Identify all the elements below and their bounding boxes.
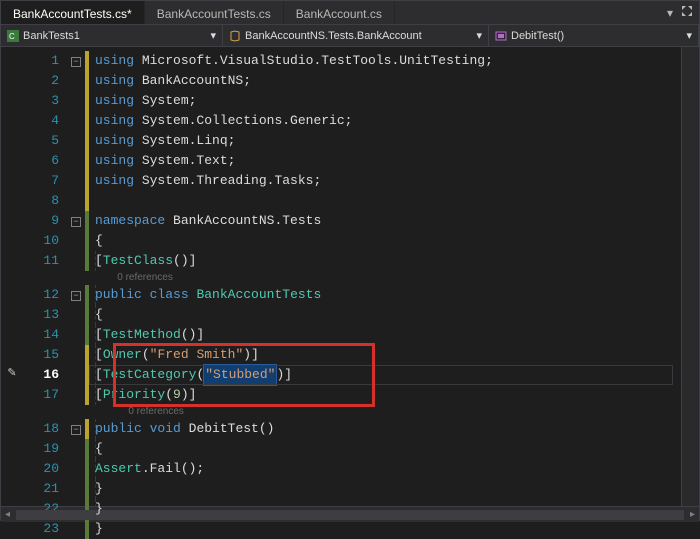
editor-area: ✎ 1234567891011121314151617181920212223 … (1, 47, 699, 506)
nav-class-label: BankAccountNS.Tests.BankAccount (245, 30, 422, 42)
breakpoint-margin[interactable]: ✎ (1, 47, 23, 506)
nav-method-label: DebitTest() (511, 30, 564, 42)
tab-file-1[interactable]: BankAccountTests.cs (145, 1, 284, 24)
chevron-down-icon: ▾ (210, 29, 216, 42)
nav-class[interactable]: BankAccountNS.Tests.BankAccount ▾ (223, 25, 489, 46)
tab-label: BankAccount.cs (296, 7, 382, 21)
nav-project[interactable]: C BankTests1 ▾ (1, 25, 223, 46)
class-icon (229, 30, 241, 42)
scroll-left-icon[interactable]: ◂ (5, 509, 10, 521)
navigation-bar: C BankTests1 ▾ BankAccountNS.Tests.BankA… (1, 25, 699, 47)
fold-column[interactable]: −−−− (67, 47, 85, 506)
svg-text:C: C (9, 32, 15, 41)
tab-file-0[interactable]: BankAccountTests.cs* (1, 1, 145, 24)
csharp-project-icon: C (7, 30, 19, 42)
line-number-gutter[interactable]: 1234567891011121314151617181920212223 (23, 47, 67, 506)
tab-file-2[interactable]: BankAccount.cs (284, 1, 395, 24)
code-editor[interactable]: using Microsoft.VisualStudio.TestTools.U… (89, 47, 681, 506)
tab-label: BankAccountTests.cs (157, 7, 271, 21)
vertical-scrollbar[interactable] (681, 47, 699, 506)
nav-project-label: BankTests1 (23, 30, 80, 42)
tab-bar: BankAccountTests.cs* BankAccountTests.cs… (1, 1, 699, 25)
chevron-down-icon: ▾ (476, 29, 482, 42)
chevron-down-icon: ▾ (686, 29, 692, 42)
tab-label: BankAccountTests.cs* (13, 7, 132, 21)
fullscreen-icon[interactable] (681, 5, 693, 20)
dropdown-icon[interactable]: ▾ (667, 6, 673, 20)
scroll-right-icon[interactable]: ▸ (690, 509, 695, 521)
method-icon (495, 30, 507, 42)
nav-method[interactable]: DebitTest() ▾ (489, 25, 699, 46)
